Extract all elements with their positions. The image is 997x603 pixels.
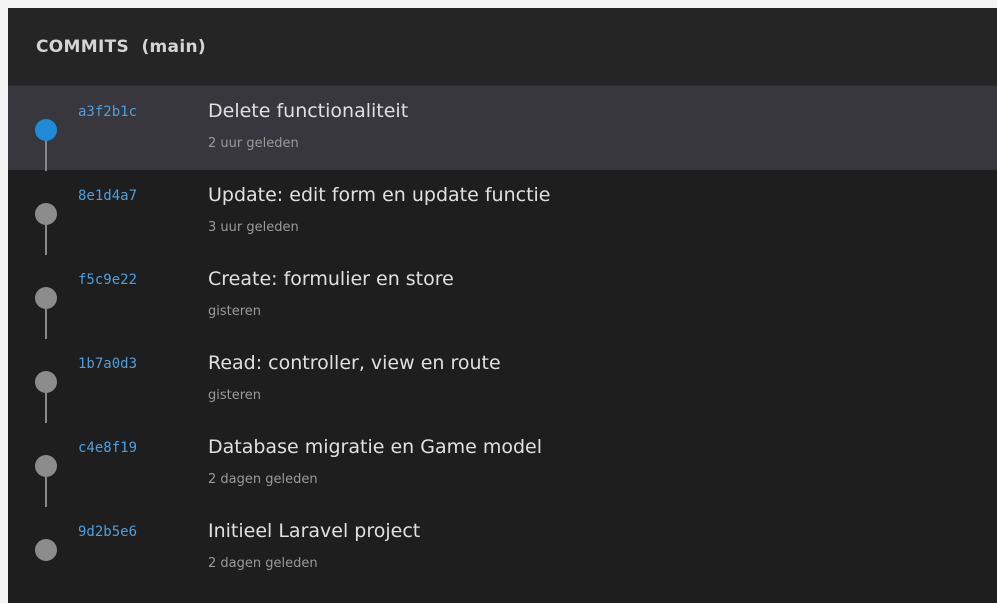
commit-message: Delete functionaliteit — [208, 100, 409, 122]
commit-dot-icon — [35, 539, 57, 561]
commit-row[interactable]: c4e8f19 Database migratie en Game model … — [8, 422, 997, 507]
commit-message: Create: formulier en store — [208, 268, 454, 290]
commit-time: gisteren — [208, 388, 262, 403]
commit-row[interactable]: f5c9e22 Create: formulier en store giste… — [8, 254, 997, 339]
commit-time: 2 dagen geleden — [208, 556, 318, 571]
commit-time: gisteren — [208, 304, 262, 319]
commit-dot-icon — [35, 287, 57, 309]
commit-hash: a3f2b1c — [78, 104, 138, 120]
commit-list: a3f2b1c Delete functionaliteit 2 uur gel… — [8, 86, 997, 590]
commit-hash: 1b7a0d3 — [78, 356, 138, 372]
commit-dot-icon — [35, 371, 57, 393]
commit-dot-icon — [35, 203, 57, 225]
commit-row[interactable]: a3f2b1c Delete functionaliteit 2 uur gel… — [8, 86, 997, 171]
commit-row[interactable]: 9d2b5e6 Initieel Laravel project 2 dagen… — [8, 506, 997, 590]
commit-time: 3 uur geleden — [208, 220, 299, 235]
commit-message: Read: controller, view en route — [208, 352, 501, 374]
commit-time: 2 uur geleden — [208, 136, 299, 151]
commits-header: COMMITS (main) — [8, 8, 997, 86]
commit-hash: 9d2b5e6 — [78, 524, 138, 540]
commits-title: COMMITS (main) — [36, 36, 206, 57]
commit-hash: 8e1d4a7 — [78, 188, 138, 204]
commit-dot-icon — [35, 455, 57, 477]
commit-message: Database migratie en Game model — [208, 436, 542, 458]
commit-message: Update: edit form en update functie — [208, 184, 551, 206]
commit-row[interactable]: 1b7a0d3 Read: controller, view en route … — [8, 338, 997, 423]
commit-row[interactable]: 8e1d4a7 Update: edit form en update func… — [8, 170, 997, 255]
commit-time: 2 dagen geleden — [208, 472, 318, 487]
commit-dot-icon — [35, 119, 57, 141]
commit-hash: c4e8f19 — [78, 440, 138, 456]
commit-hash: f5c9e22 — [78, 272, 138, 288]
commits-panel: COMMITS (main) a3f2b1c Delete functional… — [8, 8, 997, 603]
commit-message: Initieel Laravel project — [208, 520, 421, 542]
